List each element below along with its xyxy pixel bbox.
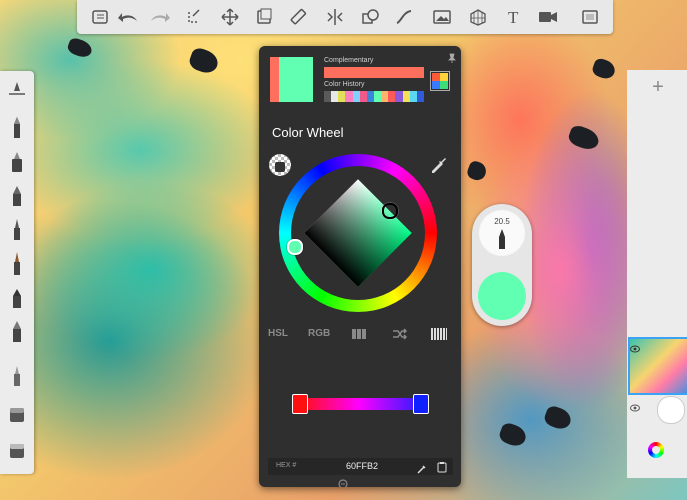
ink-splat	[566, 123, 602, 153]
color-wheel-icon[interactable]	[648, 442, 664, 458]
hue-selector-handle[interactable]	[287, 239, 303, 255]
gradient-start-handle[interactable]	[292, 394, 308, 414]
smudge-brush-icon[interactable]	[5, 363, 29, 389]
current-color-split-swatch[interactable]	[270, 57, 313, 102]
layers-stack-icon[interactable]	[251, 4, 277, 30]
ink-pen-brush-icon[interactable]	[5, 285, 29, 311]
gradient-end-handle[interactable]	[413, 394, 429, 414]
gradient-slider[interactable]	[292, 394, 429, 414]
color-panel: Complementary Color History Color Wheel …	[259, 46, 461, 487]
tab-hsl[interactable]: HSL	[268, 328, 288, 339]
text-tool-icon[interactable]: T	[501, 4, 527, 30]
swatch-grid-icon[interactable]	[352, 329, 366, 339]
complementary-color-bar[interactable]	[324, 67, 424, 78]
pin-icon[interactable]	[447, 50, 457, 63]
svg-text:T: T	[508, 8, 519, 26]
paint-brush-icon[interactable]	[5, 217, 29, 243]
eraser-hard-icon[interactable]	[5, 401, 29, 427]
paste-clipboard-icon[interactable]	[437, 460, 447, 473]
image-import-icon[interactable]	[429, 4, 455, 30]
marker-brush-icon[interactable]	[5, 149, 29, 175]
ink-splat	[187, 45, 221, 77]
ink-splat	[542, 404, 574, 432]
brush-size-puck[interactable]: 20.5	[478, 209, 526, 257]
harmony-strip-icon[interactable]	[431, 328, 447, 340]
gallery-list-icon[interactable]	[87, 4, 113, 30]
eyedropper-icon[interactable]	[431, 156, 447, 174]
hex-label: HEX #	[276, 462, 297, 469]
transparent-color-icon[interactable]	[269, 154, 291, 176]
tab-rgb[interactable]: RGB	[308, 328, 330, 339]
selection-icon[interactable]	[181, 4, 207, 30]
undo-icon[interactable]	[115, 4, 141, 30]
layer-thumbnail-background[interactable]	[657, 396, 685, 424]
fineliner-brush-icon[interactable]	[5, 251, 29, 277]
add-layer-button[interactable]: +	[645, 74, 671, 100]
hex-bar: HEX # 60FFB2	[268, 458, 453, 475]
stroke-curve-icon[interactable]	[391, 4, 417, 30]
ruler-icon[interactable]	[285, 4, 311, 30]
ink-splat	[465, 159, 489, 183]
symmetry-icon[interactable]	[322, 4, 348, 30]
shapes-icon[interactable]	[357, 4, 383, 30]
hue-wheel[interactable]	[279, 154, 437, 312]
ink-splat	[65, 36, 95, 60]
fullscreen-icon[interactable]	[577, 4, 603, 30]
perspective-grid-icon[interactable]	[465, 4, 491, 30]
color-sets-icon[interactable]	[430, 71, 450, 91]
complementary-label: Complementary	[324, 57, 374, 64]
top-toolbar: T	[77, 0, 613, 34]
brush-toolbar	[0, 71, 34, 474]
airbrush-icon[interactable]	[5, 183, 29, 209]
color-history-label: Color History	[324, 81, 365, 88]
color-selector-handle[interactable]	[382, 203, 398, 219]
brush-size-opacity-widget[interactable]: 20.5	[472, 204, 532, 326]
time-lapse-icon[interactable]	[535, 4, 561, 30]
transform-move-icon[interactable]	[217, 4, 243, 30]
eye-visibility-icon[interactable]	[630, 399, 640, 412]
eraser-soft-icon[interactable]	[5, 437, 29, 463]
brush-size-value: 20.5	[494, 217, 510, 226]
color-wheel-title: Color Wheel	[272, 125, 344, 140]
color-history-bar[interactable]	[324, 91, 424, 102]
brush-tip-icon	[499, 229, 505, 249]
copy-pipette-icon[interactable]	[417, 461, 427, 474]
ink-splat	[497, 421, 529, 449]
felt-tip-brush-icon[interactable]	[5, 319, 29, 345]
ink-splat	[590, 56, 618, 82]
shuffle-icon[interactable]	[392, 327, 408, 341]
current-color-swatch[interactable]	[478, 272, 526, 320]
eye-visibility-icon[interactable]	[630, 340, 640, 353]
brush-settings-icon[interactable]	[5, 77, 29, 103]
panel-drag-handle-icon[interactable]	[338, 476, 348, 487]
layers-panel: +	[627, 70, 687, 478]
redo-icon[interactable]	[147, 4, 173, 30]
hex-value-input[interactable]: 60FFB2	[346, 461, 378, 471]
pencil-brush-icon[interactable]	[5, 115, 29, 141]
